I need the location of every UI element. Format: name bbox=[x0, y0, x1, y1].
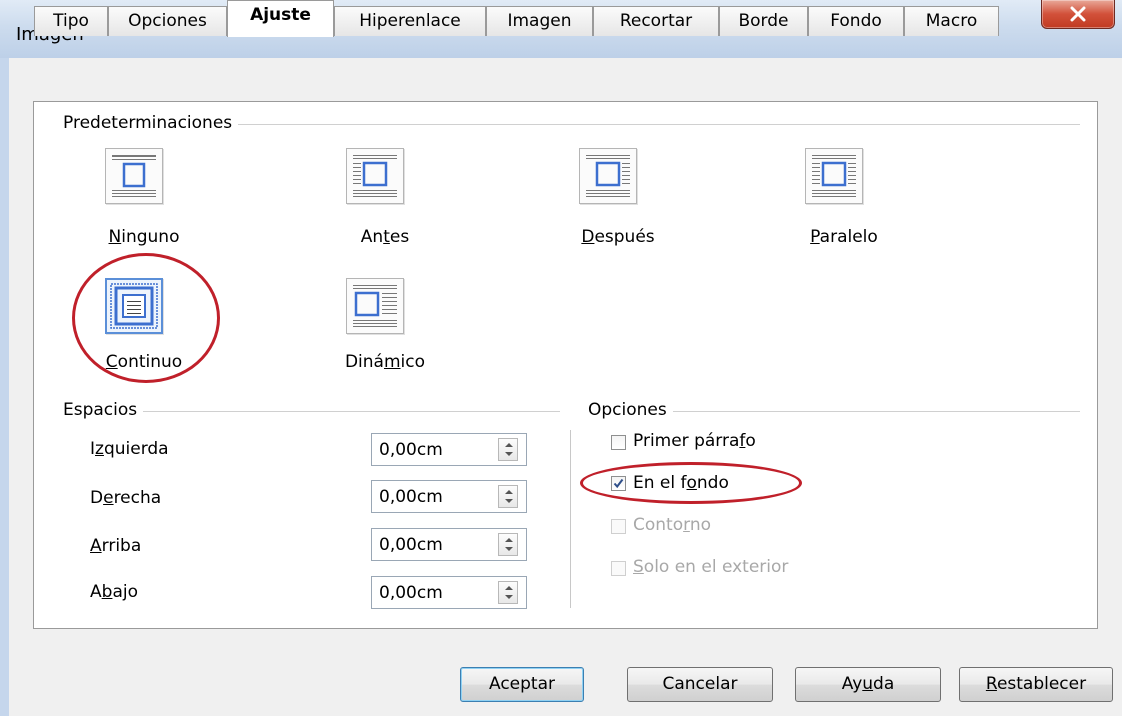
tab-hiperenlace[interactable]: Hiperenlace bbox=[334, 6, 486, 36]
tab-borde[interactable]: Borde bbox=[719, 6, 808, 36]
presets-group-title: Predeterminaciones bbox=[63, 113, 239, 133]
annotation-ellipse-en-el-fondo bbox=[580, 462, 802, 504]
spacing-group-title: Espacios bbox=[63, 400, 144, 420]
wrap-before-button[interactable] bbox=[346, 148, 404, 204]
top-spacing-value[interactable]: 0,00cm bbox=[379, 535, 443, 555]
right-spacing-spinbox[interactable]: 0,00cm bbox=[371, 480, 527, 513]
bottom-spacing-value[interactable]: 0,00cm bbox=[379, 583, 443, 603]
wrap-before-icon bbox=[353, 155, 397, 197]
contour-label: Contorno bbox=[633, 515, 712, 535]
wrap-none-icon bbox=[112, 155, 156, 197]
close-icon bbox=[1070, 6, 1086, 22]
contour-checkbox[interactable] bbox=[611, 519, 626, 534]
wrap-after-label: Después bbox=[581, 227, 655, 247]
wrap-parallel-label: Paralelo bbox=[810, 227, 878, 247]
first-paragraph-checkbox[interactable] bbox=[611, 435, 626, 450]
right-spacing-label: Derecha bbox=[90, 488, 162, 508]
tab-opciones[interactable]: Opciones bbox=[108, 6, 227, 36]
outside-only-checkbox[interactable] bbox=[611, 561, 626, 576]
group-separator bbox=[570, 430, 571, 608]
bottom-spacing-label: Abajo bbox=[90, 582, 138, 602]
wrap-none-button[interactable] bbox=[105, 148, 163, 204]
accept-button[interactable]: Aceptar bbox=[460, 667, 584, 702]
left-spacing-value[interactable]: 0,00cm bbox=[379, 440, 443, 460]
right-spacing-value[interactable]: 0,00cm bbox=[379, 487, 443, 507]
wrap-optimal-icon bbox=[353, 285, 397, 327]
close-button[interactable] bbox=[1041, 0, 1115, 29]
spin-arrows-icon[interactable] bbox=[498, 485, 518, 508]
top-spacing-label: Arriba bbox=[90, 536, 142, 556]
wrap-before-label: Antes bbox=[360, 227, 410, 247]
bottom-spacing-spinbox[interactable]: 0,00cm bbox=[371, 576, 527, 609]
annotation-ellipse-continuo bbox=[72, 253, 220, 383]
tab-recortar[interactable]: Recortar bbox=[593, 6, 719, 36]
help-button[interactable]: Ayuda bbox=[795, 667, 941, 702]
outside-only-label: Solo en el exterior bbox=[633, 557, 789, 577]
tab-fondo[interactable]: Fondo bbox=[808, 6, 904, 36]
wrap-optimal-label: Dinámico bbox=[344, 352, 426, 372]
wrap-optimal-button[interactable] bbox=[346, 278, 404, 334]
spin-arrows-icon[interactable] bbox=[498, 438, 518, 461]
tab-macro[interactable]: Macro bbox=[904, 6, 999, 36]
spin-arrows-icon[interactable] bbox=[498, 581, 518, 604]
left-spacing-label: Izquierda bbox=[90, 439, 169, 459]
wrap-none-label: Ninguno bbox=[108, 227, 180, 247]
first-paragraph-label[interactable]: Primer párrafo bbox=[633, 431, 756, 451]
wrap-parallel-button[interactable] bbox=[805, 148, 863, 204]
wrap-after-icon bbox=[586, 155, 630, 197]
wrap-after-button[interactable] bbox=[579, 148, 637, 204]
options-group-title: Opciones bbox=[588, 400, 673, 420]
tab-ajuste[interactable]: Ajuste bbox=[227, 0, 334, 37]
cancel-button[interactable]: Cancelar bbox=[627, 667, 773, 702]
spin-arrows-icon[interactable] bbox=[498, 533, 518, 556]
reset-button[interactable]: Restablecer bbox=[959, 667, 1113, 702]
left-spacing-spinbox[interactable]: 0,00cm bbox=[371, 433, 527, 466]
tab-imagen[interactable]: Imagen bbox=[486, 6, 593, 36]
top-spacing-spinbox[interactable]: 0,00cm bbox=[371, 528, 527, 561]
window-frame bbox=[0, 58, 9, 716]
wrap-parallel-icon bbox=[812, 155, 856, 197]
tab-tipo[interactable]: Tipo bbox=[34, 6, 108, 36]
